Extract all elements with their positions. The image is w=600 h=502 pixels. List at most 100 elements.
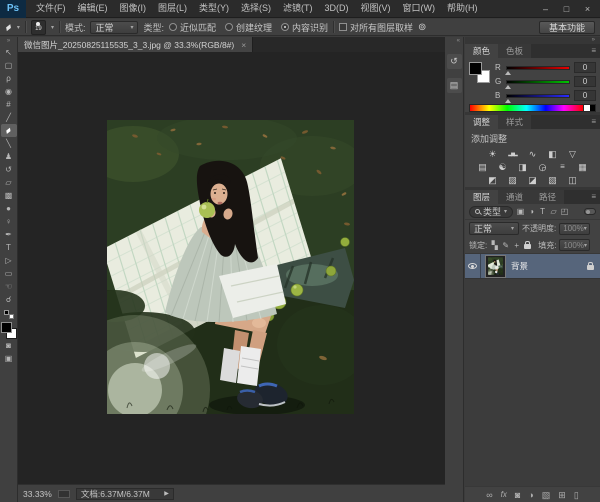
- move-tool[interactable]: ↖: [1, 46, 17, 59]
- red-value-input[interactable]: 0: [574, 62, 596, 73]
- gradient-map-icon[interactable]: ◫: [566, 174, 580, 186]
- visibility-cell[interactable]: [465, 254, 481, 278]
- threshold-icon[interactable]: ◪: [526, 174, 540, 186]
- menu-view[interactable]: 视图(V): [355, 0, 397, 17]
- lasso-tool[interactable]: ρ: [1, 72, 17, 85]
- tab-swatches[interactable]: 色板: [498, 44, 531, 58]
- brightness-contrast-icon[interactable]: ☀: [486, 148, 500, 160]
- workspace-switcher-button[interactable]: 基本功能: [539, 21, 595, 34]
- dodge-tool[interactable]: ♀: [1, 215, 17, 228]
- radio-create-texture[interactable]: 创建纹理: [225, 21, 272, 34]
- blue-slider[interactable]: [506, 94, 570, 98]
- tab-color[interactable]: 颜色: [465, 44, 498, 58]
- path-selection-tool[interactable]: ▷: [1, 254, 17, 267]
- color-lookup-icon[interactable]: ▦: [576, 161, 590, 173]
- slider-thumb-icon[interactable]: [505, 82, 511, 89]
- zoom-level-field[interactable]: 33.33%: [23, 489, 52, 499]
- photo-canvas[interactable]: [107, 120, 354, 414]
- filter-pixel-layers-icon[interactable]: ▣: [516, 207, 525, 216]
- color-balance-icon[interactable]: ☯: [496, 161, 510, 173]
- tool-preset-arrow-icon[interactable]: ▾: [17, 24, 20, 31]
- layer-blend-mode-dropdown[interactable]: 正常 ▾: [469, 222, 519, 235]
- document-tab[interactable]: 微信图片_20250825115535_3_3.jpg @ 33.3%(RGB/…: [18, 37, 253, 52]
- layer-group-button[interactable]: ▧: [542, 488, 551, 502]
- lock-all-icon[interactable]: [524, 244, 531, 249]
- close-tab-icon[interactable]: ×: [241, 40, 246, 50]
- tab-channels[interactable]: 通道: [498, 190, 531, 204]
- menu-type[interactable]: 类型(Y): [193, 0, 235, 17]
- layer-filter-type-select[interactable]: 类型 ▾: [469, 206, 513, 218]
- brush-tool[interactable]: ╲: [1, 137, 17, 150]
- fill-input[interactable]: 100% ▾: [559, 239, 590, 251]
- new-layer-button[interactable]: ⊞: [558, 488, 566, 502]
- blur-tool[interactable]: ●: [1, 202, 17, 215]
- menu-select[interactable]: 选择(S): [235, 0, 277, 17]
- color-spectrum-ramp[interactable]: [469, 104, 596, 112]
- status-expand-icon[interactable]: ▶: [164, 490, 169, 497]
- canvas-area[interactable]: [18, 52, 445, 484]
- clone-stamp-tool[interactable]: ♟: [1, 150, 17, 163]
- menu-3d[interactable]: 3D(D): [319, 0, 355, 17]
- layer-mask-button[interactable]: ◙: [515, 488, 520, 502]
- brush-preset-picker[interactable]: 19: [31, 20, 46, 35]
- red-slider[interactable]: [506, 66, 570, 70]
- delete-layer-button[interactable]: ▯: [574, 488, 579, 502]
- tab-paths[interactable]: 路径: [531, 190, 564, 204]
- menu-file[interactable]: 文件(F): [30, 0, 72, 17]
- shape-tool[interactable]: ▭: [1, 267, 17, 280]
- tablet-pressure-icon[interactable]: ⊚: [418, 22, 426, 33]
- green-value-input[interactable]: 0: [574, 76, 596, 87]
- menu-edit[interactable]: 编辑(E): [72, 0, 114, 17]
- layer-row-background[interactable]: 背景: [465, 254, 600, 279]
- lock-image-icon[interactable]: ✎: [501, 241, 510, 250]
- posterize-icon[interactable]: ▨: [506, 174, 520, 186]
- blend-mode-dropdown[interactable]: 正常 ▾: [90, 21, 138, 34]
- layer-style-button[interactable]: fx: [501, 488, 507, 502]
- channel-mixer-icon[interactable]: ≡: [556, 161, 570, 173]
- type-tool[interactable]: T: [1, 241, 17, 254]
- layer-filter-toggle[interactable]: [584, 208, 596, 215]
- default-colors-icon[interactable]: [4, 310, 14, 319]
- levels-icon[interactable]: ▂▅▂: [506, 148, 520, 160]
- radio-proximity-match[interactable]: 近似匹配: [169, 21, 216, 34]
- filter-type-layers-icon[interactable]: T: [538, 207, 547, 216]
- history-brush-tool[interactable]: ↺: [1, 163, 17, 176]
- history-panel-button[interactable]: ↺: [447, 54, 462, 69]
- rectangular-marquee-tool[interactable]: ▢: [1, 59, 17, 72]
- hand-tool[interactable]: ☜: [1, 280, 17, 293]
- brush-picker-arrow-icon[interactable]: ▾: [51, 24, 54, 31]
- photo-filter-icon[interactable]: ◶: [536, 161, 550, 173]
- zoom-tool[interactable]: ☌: [1, 293, 17, 306]
- tab-styles[interactable]: 样式: [498, 115, 531, 129]
- blue-value-input[interactable]: 0: [574, 90, 596, 101]
- menu-window[interactable]: 窗口(W): [397, 0, 442, 17]
- screen-mode-button[interactable]: ▣: [1, 352, 17, 365]
- link-layers-button[interactable]: ∞: [486, 488, 492, 502]
- foreground-color-swatch[interactable]: [1, 322, 12, 333]
- expand-dock-icon[interactable]: «: [457, 37, 463, 45]
- slider-thumb-icon[interactable]: [505, 96, 511, 103]
- maximize-button[interactable]: □: [556, 1, 577, 17]
- sample-all-layers-checkbox[interactable]: 对所有图层取样: [339, 21, 413, 34]
- foreground-color-swatch[interactable]: [469, 62, 482, 75]
- color-swatch-control[interactable]: [1, 322, 17, 339]
- lock-position-icon[interactable]: +: [512, 241, 521, 250]
- spot-healing-brush-tool[interactable]: ▰: [1, 124, 17, 137]
- exposure-icon[interactable]: ◧: [546, 148, 560, 160]
- opacity-input[interactable]: 100% ▾: [559, 223, 590, 235]
- curves-icon[interactable]: ∿: [526, 148, 540, 160]
- menu-filter[interactable]: 滤镜(T): [277, 0, 319, 17]
- adjustment-layer-button[interactable]: ◑: [528, 488, 533, 502]
- close-button[interactable]: ×: [577, 1, 598, 17]
- crop-tool[interactable]: #: [1, 98, 17, 111]
- panel-menu-icon[interactable]: ≡: [587, 190, 600, 204]
- tab-adjustments[interactable]: 调整: [465, 115, 498, 129]
- filter-shape-layers-icon[interactable]: ▱: [549, 207, 558, 216]
- gradient-tool[interactable]: ▩: [1, 189, 17, 202]
- pen-tool[interactable]: ✒: [1, 228, 17, 241]
- spectrum-bar[interactable]: [469, 104, 584, 112]
- black-swatch[interactable]: [590, 105, 596, 111]
- eyedropper-tool[interactable]: ╱: [1, 111, 17, 124]
- selective-color-icon[interactable]: ▧: [546, 174, 560, 186]
- menu-help[interactable]: 帮助(H): [441, 0, 484, 17]
